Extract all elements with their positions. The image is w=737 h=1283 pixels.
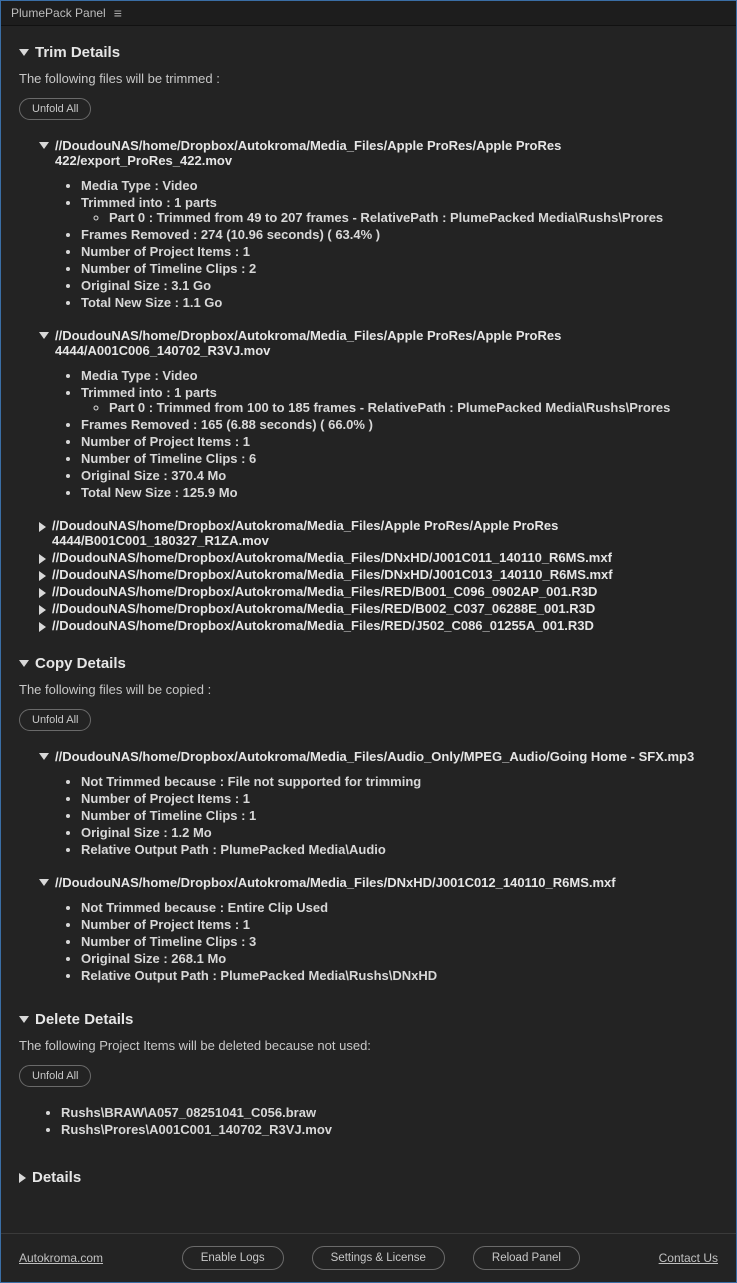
detail-original-size: Original Size : 3.1 Go — [81, 278, 718, 293]
delete-details-heading: Delete Details — [35, 1011, 133, 1028]
chevron-right-icon — [39, 571, 46, 581]
copy-file-toggle[interactable]: //DoudouNAS/home/Dropbox/Autokroma/Media… — [39, 875, 718, 890]
trim-details-heading: Trim Details — [35, 44, 120, 61]
trim-file-toggle[interactable]: //DoudouNAS/home/Dropbox/Autokroma/Media… — [39, 138, 718, 168]
copy-subtext: The following files will be copied : — [19, 682, 718, 697]
trim-collapsed-list: //DoudouNAS/home/Dropbox/Autokroma/Media… — [39, 518, 718, 633]
contact-us-link[interactable]: Contact Us — [659, 1251, 718, 1265]
trim-file-path: //DoudouNAS/home/Dropbox/Autokroma/Media… — [52, 518, 718, 548]
trim-file-toggle[interactable]: //DoudouNAS/home/Dropbox/Autokroma/Media… — [39, 618, 718, 633]
trim-file-path: //DoudouNAS/home/Dropbox/Autokroma/Media… — [55, 328, 718, 358]
detail-media-type: Media Type : Video — [81, 178, 718, 193]
chevron-down-icon — [39, 332, 49, 339]
detail-timeline-clips: Number of Timeline Clips : 3 — [81, 934, 718, 949]
delete-item-list: Rushs\BRAW\A057_08251041_C056.braw Rushs… — [61, 1105, 718, 1137]
chevron-down-icon — [19, 1016, 29, 1023]
trim-file-toggle[interactable]: //DoudouNAS/home/Dropbox/Autokroma/Media… — [39, 567, 718, 582]
details-toggle[interactable]: Details — [19, 1169, 718, 1186]
trim-file-path: //DoudouNAS/home/Dropbox/Autokroma/Media… — [52, 567, 613, 582]
trim-file-block: //DoudouNAS/home/Dropbox/Autokroma/Media… — [39, 328, 718, 500]
trim-unfold-all-button[interactable]: Unfold All — [19, 98, 91, 120]
delete-item: Rushs\Prores\A001C001_140702_R3VJ.mov — [61, 1122, 718, 1137]
trim-file-toggle[interactable]: //DoudouNAS/home/Dropbox/Autokroma/Media… — [39, 550, 718, 565]
copy-file-details: Not Trimmed because : Entire Clip Used N… — [81, 900, 718, 983]
reload-panel-button[interactable]: Reload Panel — [473, 1246, 580, 1270]
chevron-right-icon — [39, 554, 46, 564]
detail-new-size: Total New Size : 125.9 Mo — [81, 485, 718, 500]
copy-file-block: //DoudouNAS/home/Dropbox/Autokroma/Media… — [39, 749, 718, 857]
detail-part: Part 0 : Trimmed from 100 to 185 frames … — [109, 400, 718, 415]
detail-part: Part 0 : Trimmed from 49 to 207 frames -… — [109, 210, 718, 225]
trim-subtext: The following files will be trimmed : — [19, 71, 718, 86]
copy-file-path: //DoudouNAS/home/Dropbox/Autokroma/Media… — [55, 749, 694, 764]
detail-frames-removed: Frames Removed : 274 (10.96 seconds) ( 6… — [81, 227, 718, 242]
detail-relative-path: Relative Output Path : PlumePacked Media… — [81, 968, 718, 983]
detail-relative-path: Relative Output Path : PlumePacked Media… — [81, 842, 718, 857]
settings-license-button[interactable]: Settings & License — [312, 1246, 445, 1270]
copy-file-block: //DoudouNAS/home/Dropbox/Autokroma/Media… — [39, 875, 718, 983]
detail-project-items: Number of Project Items : 1 — [81, 917, 718, 932]
chevron-down-icon — [19, 49, 29, 56]
detail-frames-removed: Frames Removed : 165 (6.88 seconds) ( 66… — [81, 417, 718, 432]
chevron-right-icon — [39, 588, 46, 598]
copy-details-heading: Copy Details — [35, 655, 126, 672]
trim-file-toggle[interactable]: //DoudouNAS/home/Dropbox/Autokroma/Media… — [39, 518, 718, 548]
trim-file-path: //DoudouNAS/home/Dropbox/Autokroma/Media… — [55, 138, 718, 168]
chevron-right-icon — [39, 605, 46, 615]
detail-media-type: Media Type : Video — [81, 368, 718, 383]
detail-trimmed-into: Trimmed into : 1 parts Part 0 : Trimmed … — [81, 385, 718, 415]
trim-file-details: Media Type : Video Trimmed into : 1 part… — [81, 178, 718, 310]
panel-menu-icon[interactable]: ≡ — [114, 5, 122, 21]
copy-file-toggle[interactable]: //DoudouNAS/home/Dropbox/Autokroma/Media… — [39, 749, 718, 764]
chevron-down-icon — [39, 879, 49, 886]
panel-title: PlumePack Panel — [11, 6, 106, 20]
footer-buttons: Enable Logs Settings & License Reload Pa… — [182, 1246, 580, 1270]
trim-file-block: //DoudouNAS/home/Dropbox/Autokroma/Media… — [39, 138, 718, 310]
detail-not-trimmed: Not Trimmed because : File not supported… — [81, 774, 718, 789]
copy-unfold-all-button[interactable]: Unfold All — [19, 709, 91, 731]
detail-original-size: Original Size : 1.2 Mo — [81, 825, 718, 840]
trim-file-path: //DoudouNAS/home/Dropbox/Autokroma/Media… — [52, 584, 597, 599]
delete-details-toggle[interactable]: Delete Details — [19, 1011, 718, 1028]
copy-file-details: Not Trimmed because : File not supported… — [81, 774, 718, 857]
content-area: Trim Details The following files will be… — [1, 26, 736, 1233]
chevron-right-icon — [39, 622, 46, 632]
detail-timeline-clips: Number of Timeline Clips : 1 — [81, 808, 718, 823]
footer: Autokroma.com Enable Logs Settings & Lic… — [1, 1233, 736, 1282]
detail-trimmed-into: Trimmed into : 1 parts Part 0 : Trimmed … — [81, 195, 718, 225]
autokroma-link[interactable]: Autokroma.com — [19, 1251, 103, 1265]
trim-details-toggle[interactable]: Trim Details — [19, 44, 718, 61]
detail-timeline-clips: Number of Timeline Clips : 2 — [81, 261, 718, 276]
titlebar: PlumePack Panel ≡ — [1, 1, 736, 26]
detail-original-size: Original Size : 370.4 Mo — [81, 468, 718, 483]
delete-subtext: The following Project Items will be dele… — [19, 1038, 718, 1053]
chevron-down-icon — [39, 142, 49, 149]
delete-unfold-all-button[interactable]: Unfold All — [19, 1065, 91, 1087]
trim-file-path: //DoudouNAS/home/Dropbox/Autokroma/Media… — [52, 601, 595, 616]
copy-details-toggle[interactable]: Copy Details — [19, 655, 718, 672]
detail-not-trimmed: Not Trimmed because : Entire Clip Used — [81, 900, 718, 915]
copy-file-path: //DoudouNAS/home/Dropbox/Autokroma/Media… — [55, 875, 616, 890]
delete-item: Rushs\BRAW\A057_08251041_C056.braw — [61, 1105, 718, 1120]
trim-file-path: //DoudouNAS/home/Dropbox/Autokroma/Media… — [52, 618, 594, 633]
trim-file-path: //DoudouNAS/home/Dropbox/Autokroma/Media… — [52, 550, 612, 565]
details-heading: Details — [32, 1169, 81, 1186]
detail-project-items: Number of Project Items : 1 — [81, 791, 718, 806]
detail-project-items: Number of Project Items : 1 — [81, 434, 718, 449]
detail-project-items: Number of Project Items : 1 — [81, 244, 718, 259]
trim-file-details: Media Type : Video Trimmed into : 1 part… — [81, 368, 718, 500]
chevron-down-icon — [39, 753, 49, 760]
detail-timeline-clips: Number of Timeline Clips : 6 — [81, 451, 718, 466]
trim-file-toggle[interactable]: //DoudouNAS/home/Dropbox/Autokroma/Media… — [39, 584, 718, 599]
chevron-right-icon — [39, 522, 46, 532]
trim-file-toggle[interactable]: //DoudouNAS/home/Dropbox/Autokroma/Media… — [39, 601, 718, 616]
detail-new-size: Total New Size : 1.1 Go — [81, 295, 718, 310]
chevron-down-icon — [19, 660, 29, 667]
enable-logs-button[interactable]: Enable Logs — [182, 1246, 284, 1270]
chevron-right-icon — [19, 1173, 26, 1183]
trim-file-toggle[interactable]: //DoudouNAS/home/Dropbox/Autokroma/Media… — [39, 328, 718, 358]
detail-original-size: Original Size : 268.1 Mo — [81, 951, 718, 966]
